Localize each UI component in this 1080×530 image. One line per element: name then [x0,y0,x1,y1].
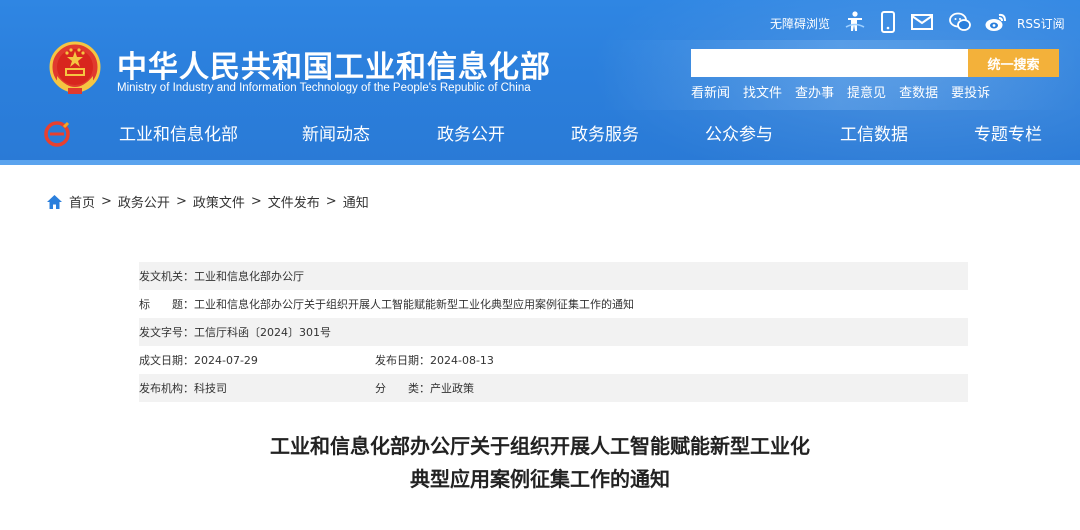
quick-link-feedback[interactable]: 提意见 [847,82,886,101]
site-subtitle: Ministry of Industry and Information Tec… [117,82,531,94]
accessible-browse-link[interactable]: 无障碍浏览 [770,15,830,32]
info-row-issuer: 发文机关： 工业和信息化部办公厅 [139,262,968,290]
breadcrumb: 首页 > 政务公开 > 政策文件 > 文件发布 > 通知 [47,192,369,211]
info-value: 工业和信息化部办公厅关于组织开展人工智能赋能新型工业化典型应用案例征集工作的通知 [194,298,634,311]
info-value: 2024-08-13 [430,353,494,367]
quick-link-complaint[interactable]: 要投诉 [951,82,990,101]
breadcrumb-policy-docs[interactable]: 政策文件 [193,192,245,211]
breadcrumb-notice[interactable]: 通知 [343,192,369,211]
mobile-icon[interactable] [876,10,900,34]
document-info-table: 发文机关： 工业和信息化部办公厅 标 题： 工业和信息化部办公厅关于组织开展人工… [139,262,968,402]
mail-icon[interactable] [910,10,934,34]
main-nav: 工业和信息化部 新闻动态 政务公开 政务服务 公众参与 工信数据 专题专栏 [0,120,1080,150]
quick-link-services[interactable]: 查办事 [795,82,834,101]
breadcrumb-gov-info[interactable]: 政务公开 [118,192,170,211]
accessibility-icon[interactable] [843,10,867,34]
site-header: 中华人民共和国工业和信息化部 Ministry of Industry and … [0,0,1080,165]
nav-item-news[interactable]: 新闻动态 [302,120,370,145]
wechat-icon[interactable] [948,10,972,34]
info-label: 分 类： [375,382,430,395]
quick-link-files[interactable]: 找文件 [743,82,782,101]
info-label: 发布机构： [139,382,194,395]
article-title-line-2: 典型应用案例征集工作的通知 [410,467,670,491]
breadcrumb-home[interactable]: 首页 [69,192,95,211]
info-value: 产业政策 [430,382,474,395]
header-divider [0,160,1080,165]
nav-item-topics[interactable]: 专题专栏 [974,120,1042,145]
rss-link[interactable]: RSS订阅 [1017,15,1065,32]
weibo-icon[interactable] [984,10,1008,34]
breadcrumb-separator: > [250,194,262,209]
info-row-org: 发布机构： 科技司 分 类： 产业政策 [139,374,968,402]
info-value: 工业和信息化部办公厅 [194,270,304,283]
quick-link-data[interactable]: 查数据 [899,82,938,101]
info-row-title: 标 题： 工业和信息化部办公厅关于组织开展人工智能赋能新型工业化典型应用案例征集… [139,290,968,318]
info-label: 发布日期： [375,354,430,367]
info-row-dates: 成文日期： 2024-07-29 发布日期： 2024-08-13 [139,346,968,374]
search-input[interactable] [691,49,968,77]
nav-item-gov-info[interactable]: 政务公开 [437,120,505,145]
nav-item-public[interactable]: 公众参与 [705,120,773,145]
breadcrumb-separator: > [175,194,187,209]
info-value: 2024-07-29 [194,353,258,367]
breadcrumb-separator: > [101,194,112,209]
home-icon[interactable] [47,194,62,209]
info-value: 工信厅科函〔2024〕301号 [194,326,331,339]
site-title: 中华人民共和国工业和信息化部 [117,50,551,85]
info-row-doc-no: 发文字号： 工信厅科函〔2024〕301号 [139,318,968,346]
quick-link-news[interactable]: 看新闻 [691,82,730,101]
nav-item-gov-service[interactable]: 政务服务 [571,120,639,145]
article-title: 工业和信息化部办公厅关于组织开展人工智能赋能新型工业化 典型应用案例征集工作的通… [0,430,1080,496]
national-emblem-icon[interactable] [48,40,102,98]
nav-item-miit[interactable]: 工业和信息化部 [119,120,238,145]
info-label: 标 题： [139,298,194,311]
info-label: 成文日期： [139,354,194,367]
search-button[interactable]: 统一搜索 [968,49,1059,77]
article-title-line-1: 工业和信息化部办公厅关于组织开展人工智能赋能新型工业化 [270,434,810,458]
quick-links: 看新闻 找文件 查办事 提意见 查数据 要投诉 [691,82,1003,101]
nav-item-data[interactable]: 工信数据 [840,120,908,145]
info-label: 发文机关： [139,270,194,283]
breadcrumb-separator: > [325,194,337,209]
breadcrumb-file-release[interactable]: 文件发布 [268,192,320,211]
info-label: 发文字号： [139,326,194,339]
info-value: 科技司 [194,382,227,395]
